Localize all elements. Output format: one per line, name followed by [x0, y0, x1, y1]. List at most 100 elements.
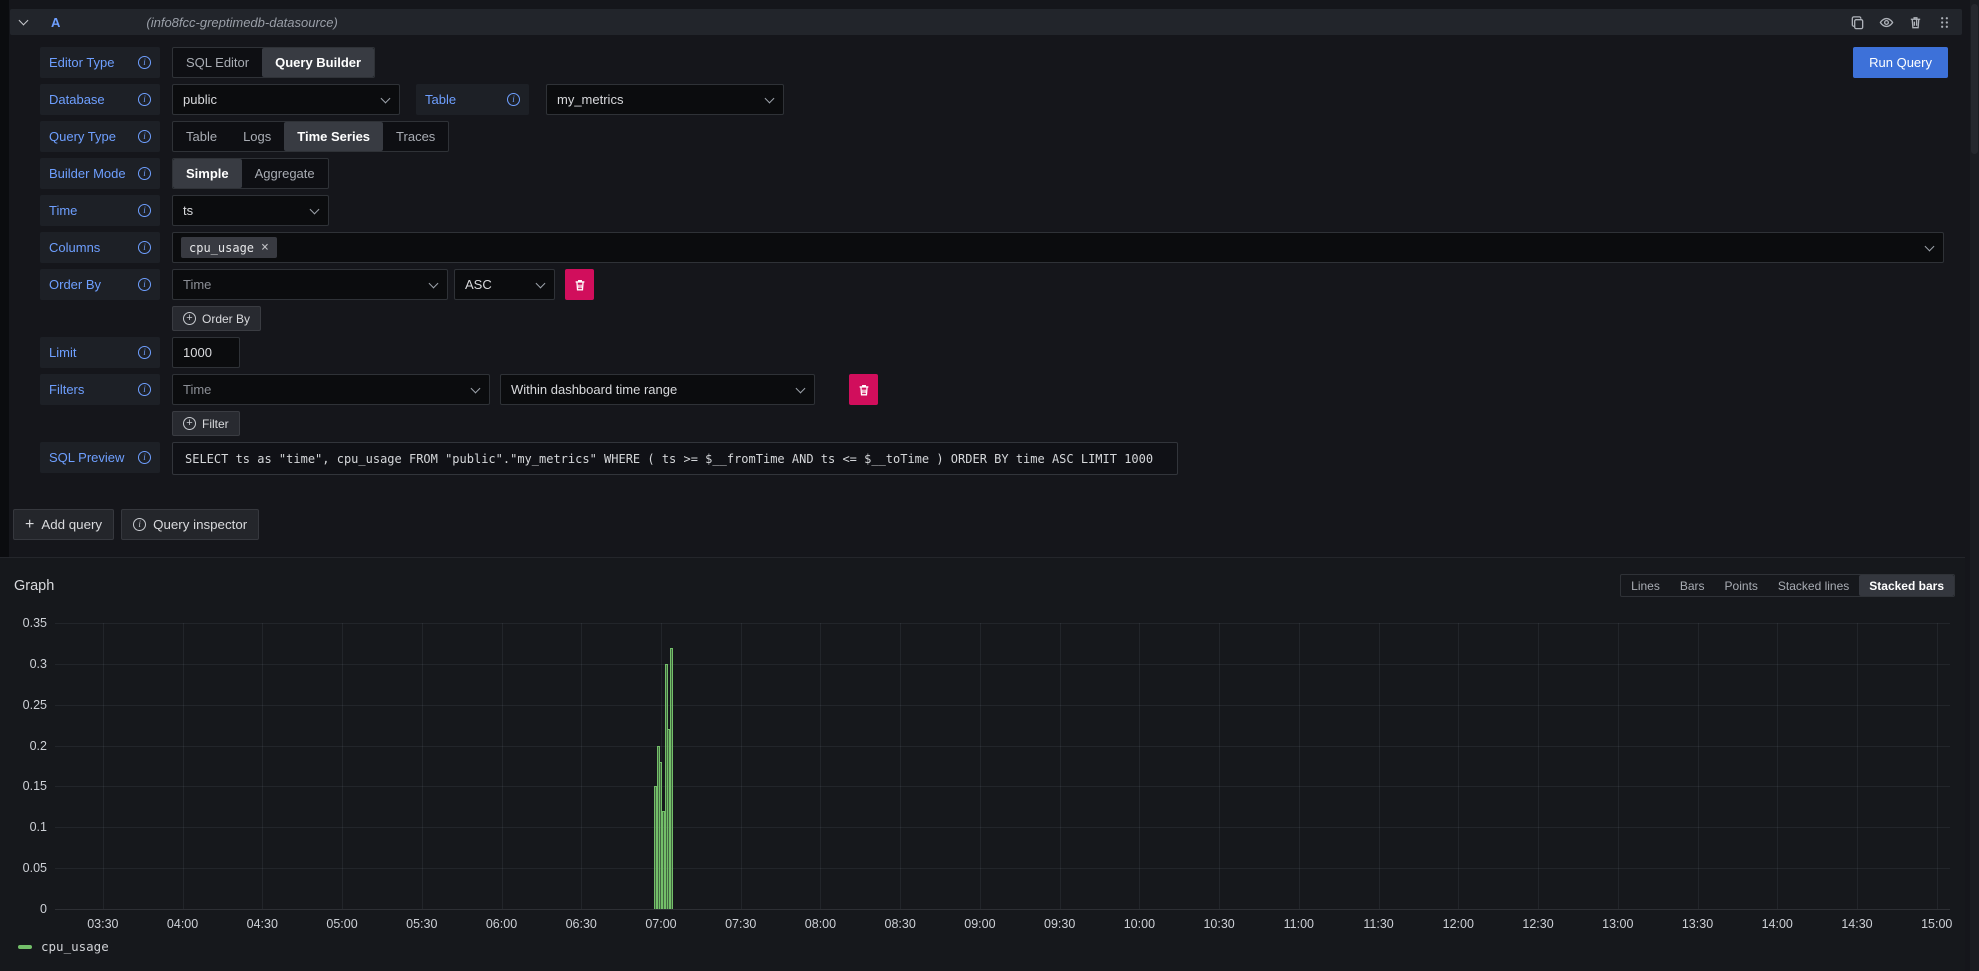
add-query-button[interactable]: Add query	[13, 509, 114, 540]
x-tick-label: 10:30	[1203, 917, 1234, 931]
query-inspector-button[interactable]: Query inspector	[121, 509, 259, 540]
columns-row: Columns cpu_usage	[0, 232, 1965, 263]
chevron-down-icon	[471, 383, 481, 393]
x-tick-label: 10:00	[1124, 917, 1155, 931]
database-select[interactable]: public	[172, 84, 400, 115]
columns-multiselect[interactable]: cpu_usage	[172, 232, 1944, 263]
info-icon[interactable]	[507, 93, 520, 106]
grid-line-horizontal	[55, 827, 1950, 828]
plus-icon	[25, 516, 34, 534]
y-tick-label: 0.25	[23, 698, 47, 712]
info-icon[interactable]	[138, 167, 151, 180]
chevron-down-icon	[1925, 241, 1935, 251]
grid-line-vertical	[1139, 623, 1140, 909]
grid-line-vertical	[1698, 623, 1699, 909]
graph-mode-points[interactable]: Points	[1715, 575, 1768, 596]
remove-query-trash-icon[interactable]	[1907, 14, 1923, 30]
remove-order-by-button[interactable]	[565, 269, 594, 300]
x-tick-label: 11:30	[1363, 917, 1393, 931]
x-tick-label: 05:00	[326, 917, 357, 931]
time-column-select[interactable]: ts	[172, 195, 329, 226]
y-tick-label: 0.2	[30, 739, 47, 753]
chevron-down-icon	[310, 204, 320, 214]
series-bar-cpu_usage[interactable]	[670, 648, 673, 909]
grid-line-vertical	[741, 623, 742, 909]
columns-label: Columns	[40, 232, 160, 263]
editor-type-switch: SQL Editor Query Builder	[172, 47, 375, 78]
hide-response-eye-icon[interactable]	[1878, 14, 1894, 30]
sql-preview-label: SQL Preview	[40, 442, 160, 473]
table-select[interactable]: my_metrics	[546, 84, 784, 115]
info-icon[interactable]	[138, 93, 151, 106]
grid-line-vertical	[1060, 623, 1061, 909]
order-by-row: Order By Time ASC	[0, 269, 1965, 300]
column-tag: cpu_usage	[181, 237, 277, 258]
page-scrollbar[interactable]	[1970, 0, 1979, 971]
x-tick-label: 09:00	[964, 917, 995, 931]
duplicate-query-icon[interactable]	[1849, 14, 1865, 30]
info-icon[interactable]	[138, 204, 151, 217]
x-tick-label: 07:00	[645, 917, 676, 931]
query-editor: Editor Type SQL Editor Query Builder Run…	[0, 47, 1965, 481]
chevron-down-icon	[796, 383, 806, 393]
grid-line-vertical	[1618, 623, 1619, 909]
x-tick-label: 14:30	[1841, 917, 1872, 931]
graph-mode-lines[interactable]: Lines	[1621, 575, 1670, 596]
x-tick-label: 13:30	[1682, 917, 1713, 931]
chevron-down-icon	[536, 278, 546, 288]
editor-type-option-query-builder[interactable]: Query Builder	[262, 48, 374, 77]
scrollbar-thumb[interactable]	[1971, 4, 1978, 154]
info-icon[interactable]	[138, 346, 151, 359]
query-type-option-table[interactable]: Table	[173, 122, 230, 151]
builder-mode-switch: Simple Aggregate	[172, 158, 329, 189]
order-by-direction-select[interactable]: ASC	[454, 269, 555, 300]
plus-circle-icon	[183, 312, 196, 325]
limit-input[interactable]: 1000	[172, 337, 240, 368]
table-label: Table	[416, 84, 529, 115]
legend-color-swatch	[18, 945, 32, 949]
info-icon[interactable]	[138, 383, 151, 396]
filter-condition-select[interactable]: Within dashboard time range	[500, 374, 815, 405]
grid-line-horizontal	[55, 664, 1950, 665]
x-tick-label: 07:30	[725, 917, 756, 931]
editor-type-option-sql-editor[interactable]: SQL Editor	[173, 48, 262, 77]
query-type-row: Query Type Table Logs Time Series Traces	[0, 121, 1965, 152]
grid-line-horizontal	[55, 746, 1950, 747]
query-type-option-logs[interactable]: Logs	[230, 122, 284, 151]
query-row-header: A (info8fcc-greptimedb-datasource)	[10, 9, 1962, 35]
chevron-down-icon	[381, 93, 391, 103]
info-icon[interactable]	[138, 241, 151, 254]
legend-item-cpu-usage[interactable]: cpu_usage	[18, 939, 109, 954]
info-icon[interactable]	[138, 278, 151, 291]
grid-line-vertical	[342, 623, 343, 909]
remove-filter-button[interactable]	[849, 374, 878, 405]
collapse-chevron-icon[interactable]	[19, 16, 29, 26]
add-filter-button[interactable]: Filter	[172, 411, 240, 436]
legend-series-name: cpu_usage	[41, 939, 109, 954]
order-by-field-select[interactable]: Time	[172, 269, 448, 300]
builder-mode-row: Builder Mode Simple Aggregate	[0, 158, 1965, 189]
run-query-button[interactable]: Run Query	[1853, 47, 1948, 78]
info-icon[interactable]	[138, 56, 151, 69]
filters-row: Filters Time Within dashboard time range	[0, 374, 1965, 405]
remove-tag-icon[interactable]	[261, 241, 269, 254]
drag-handle-icon[interactable]	[1936, 14, 1952, 30]
x-tick-label: 04:00	[167, 917, 198, 931]
y-tick-label: 0.1	[30, 820, 47, 834]
builder-mode-option-simple[interactable]: Simple	[173, 159, 242, 188]
builder-mode-option-aggregate[interactable]: Aggregate	[242, 159, 328, 188]
info-icon[interactable]	[138, 451, 151, 464]
info-icon[interactable]	[138, 130, 151, 143]
graph-mode-stacked-bars[interactable]: Stacked bars	[1859, 575, 1954, 596]
plot-area[interactable]: 0.350.30.250.20.150.10.050	[55, 623, 1950, 909]
graph-mode-stacked-lines[interactable]: Stacked lines	[1768, 575, 1859, 596]
builder-mode-label: Builder Mode	[40, 158, 160, 189]
query-type-option-time-series[interactable]: Time Series	[284, 122, 383, 151]
query-type-option-traces[interactable]: Traces	[383, 122, 448, 151]
grid-line-horizontal	[55, 623, 1950, 624]
add-order-by-button[interactable]: Order By	[172, 306, 261, 331]
grid-line-vertical	[980, 623, 981, 909]
graph-mode-bars[interactable]: Bars	[1670, 575, 1715, 596]
sql-preview-row: SQL Preview SELECT ts as "time", cpu_usa…	[0, 442, 1965, 475]
filter-field-select[interactable]: Time	[172, 374, 490, 405]
